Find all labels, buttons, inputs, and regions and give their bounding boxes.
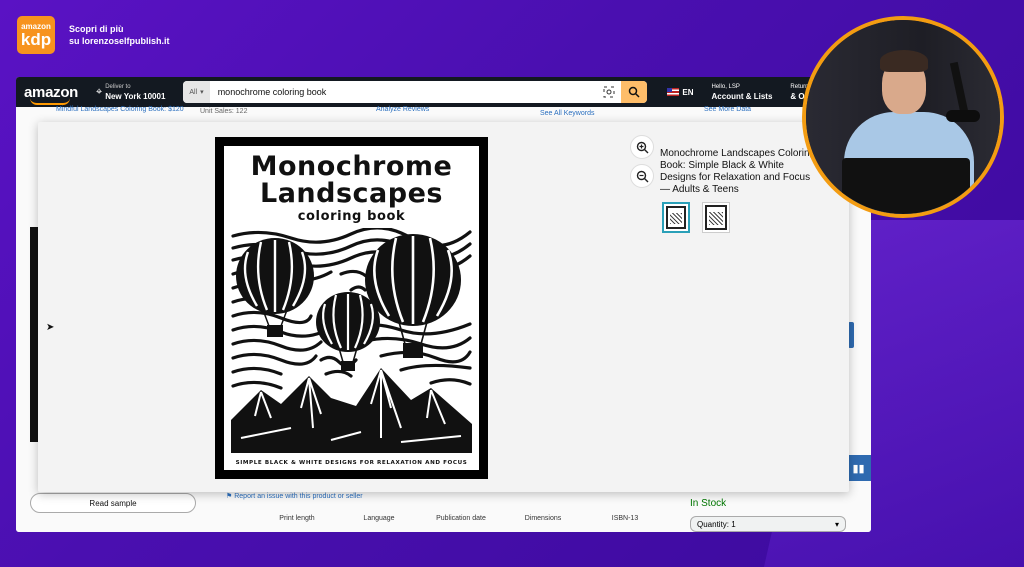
product-details-row: Print length Language Publication date D… bbox=[256, 515, 666, 522]
faded-link[interactable]: Mindful Landscapes Coloring Book: $120 bbox=[56, 106, 184, 113]
search-category-label: All bbox=[189, 88, 198, 96]
product-title: Monochrome Landscapes Coloring Book: Sim… bbox=[660, 148, 816, 195]
kdp-logo-main: kdp bbox=[20, 29, 52, 49]
cover-title-line2: Landscapes bbox=[260, 178, 443, 209]
deliver-to[interactable]: ⌖ Deliver to New York 10001 bbox=[96, 83, 165, 101]
kdp-logo: amazon kdp bbox=[17, 16, 55, 54]
detail-isbn: ISBN-13 bbox=[611, 515, 639, 522]
amazon-logo[interactable]: amazon bbox=[24, 84, 86, 105]
mouse-cursor-icon: ➤ bbox=[46, 322, 55, 333]
kdp-brand: amazon kdp Scopri di più su lorenzoselfp… bbox=[17, 16, 170, 54]
zoom-out-button[interactable] bbox=[630, 164, 654, 188]
deliver-city: New York 10001 bbox=[105, 92, 166, 101]
account-menu[interactable]: Hello, LSP Account & Lists bbox=[712, 83, 773, 101]
see-keywords-link[interactable]: See All Keywords bbox=[540, 110, 594, 117]
zoom-in-icon bbox=[636, 141, 648, 153]
see-more-data-link[interactable]: See More Data bbox=[704, 106, 751, 113]
search-input[interactable] bbox=[209, 81, 598, 103]
analyze-reviews-link[interactable]: Analyze Reviews bbox=[376, 106, 429, 113]
thumbnail-front-cover[interactable] bbox=[662, 202, 690, 233]
chevron-down-icon: ▾ bbox=[834, 519, 839, 529]
book-cover-image: Monochrome Landscapes coloring book SIMP… bbox=[215, 137, 488, 479]
detail-print-length: Print length bbox=[279, 515, 315, 522]
amazon-header: amazon ⌖ Deliver to New York 10001 All ▾… bbox=[16, 77, 871, 107]
deliver-label: Deliver to bbox=[105, 84, 131, 90]
language-label: EN bbox=[682, 87, 694, 97]
detail-language: Language bbox=[363, 515, 395, 522]
brand-line1: Scopri di più bbox=[69, 24, 124, 34]
webcam-overlay bbox=[802, 16, 1004, 218]
chart-icon[interactable]: ▮▮ bbox=[846, 455, 871, 481]
camera-search-icon[interactable] bbox=[597, 81, 621, 103]
search-icon bbox=[629, 86, 640, 98]
search-category-select[interactable]: All ▾ bbox=[183, 81, 210, 103]
search-button[interactable] bbox=[621, 81, 648, 103]
detail-dimensions: Dimensions bbox=[524, 515, 562, 522]
search-bar: All ▾ bbox=[183, 81, 648, 103]
report-label: Report an issue with this product or sel… bbox=[234, 493, 363, 500]
zoom-in-button[interactable] bbox=[630, 135, 654, 159]
quantity-label: Quantity: 1 bbox=[697, 519, 736, 529]
us-flag-icon bbox=[667, 88, 680, 96]
in-stock-label: In Stock bbox=[690, 498, 727, 509]
unit-sales: Unit Sales: 122 bbox=[200, 108, 248, 115]
cover-tagline: SIMPLE BLACK & WHITE DESIGNS FOR RELAXAT… bbox=[235, 460, 468, 466]
brand-line2: su lorenzoselfpublish.it bbox=[69, 36, 170, 46]
language-selector[interactable]: EN bbox=[667, 87, 694, 97]
cover-illustration bbox=[231, 228, 472, 453]
chevron-down-icon: ▾ bbox=[200, 89, 204, 96]
zoom-out-icon bbox=[636, 170, 648, 182]
image-viewer-modal: Monochrome Landscapes coloring book SIMP… bbox=[38, 122, 849, 492]
left-panel-dark bbox=[30, 227, 38, 442]
quantity-select[interactable]: Quantity: 1 ▾ bbox=[690, 516, 846, 532]
report-issue-link[interactable]: ⚑ Report an issue with this product or s… bbox=[226, 492, 363, 500]
account-hello: Hello, LSP bbox=[711, 84, 740, 90]
cover-title: Monochrome Landscapes bbox=[224, 153, 479, 207]
location-pin-icon: ⌖ bbox=[96, 85, 103, 98]
detail-publication-date: Publication date bbox=[436, 515, 486, 522]
cover-subtitle: coloring book bbox=[297, 209, 406, 224]
thumbnail-interior[interactable] bbox=[702, 202, 730, 233]
flag-icon: ⚑ bbox=[226, 493, 235, 500]
read-sample-button[interactable]: Read sample bbox=[30, 493, 196, 513]
brand-text: Scopri di più su lorenzoselfpublish.it bbox=[69, 23, 170, 47]
cover-title-line1: Monochrome bbox=[250, 151, 453, 182]
account-label: Account & Lists bbox=[711, 92, 773, 101]
